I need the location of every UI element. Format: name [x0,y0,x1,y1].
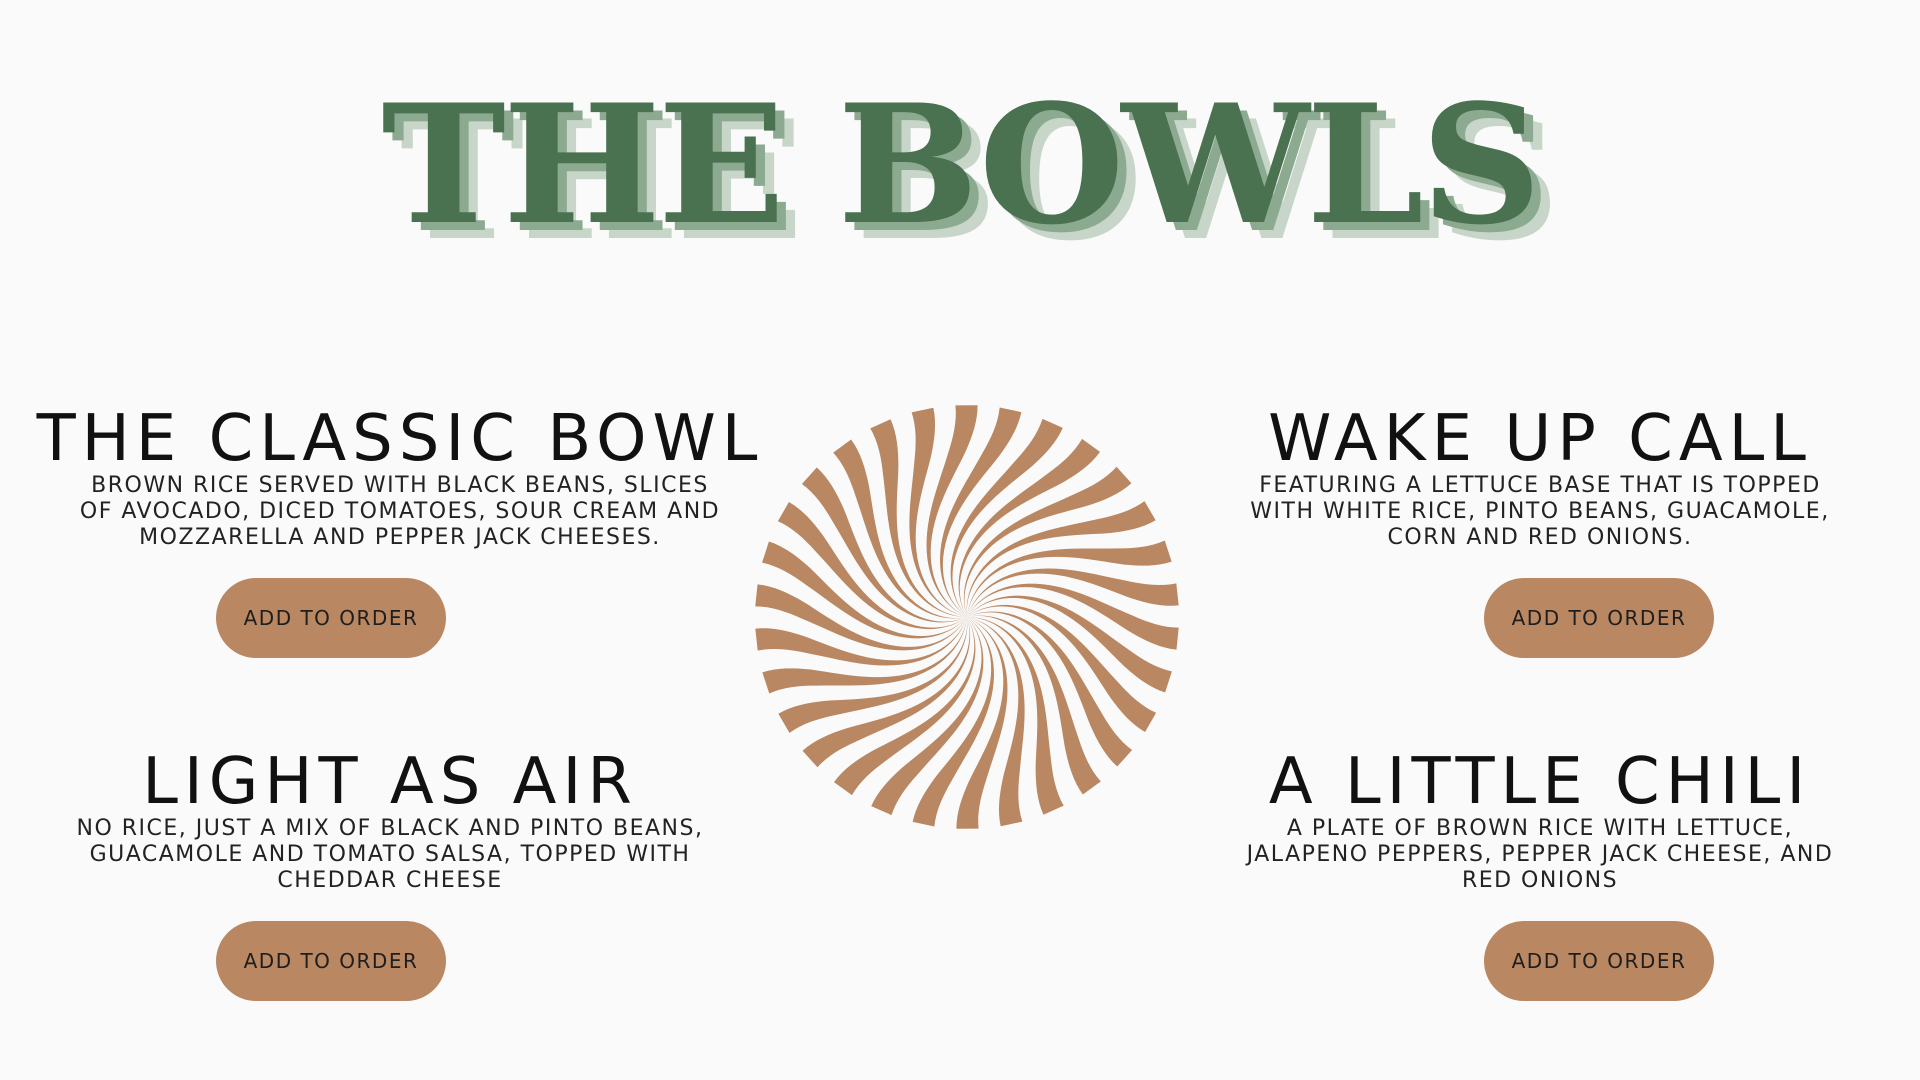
swirl-icon [750,400,1184,834]
swirl-ray [762,541,967,639]
add-to-order-button-light-as-air[interactable]: ADD TO ORDER [216,921,446,1001]
menu-item-light-as-air: LIGHT AS AIR NO RICE, JUST A MIX OF BLAC… [10,748,770,894]
page-header: THE BOWLS [0,70,1920,260]
menu-item-title: A LITTLE CHILI [1268,745,1812,819]
menu-item-a-little-chili: A LITTLE CHILI A PLATE OF BROWN RICE WIT… [1160,748,1920,894]
menu-item-title: WAKE UP CALL [1268,402,1812,476]
swirl-graphic [755,405,1179,829]
menu-item-description: BROWN RICE SERVED WITH BLACK BEANS, SLIC… [79,473,721,550]
page-title: THE BOWLS [381,68,1541,261]
menu-item-classic-bowl: THE CLASSIC BOWL BROWN RICE SERVED WITH … [20,405,780,551]
menu-item-description: NO RICE, JUST A MIX OF BLACK AND PINTO B… [76,816,704,893]
add-to-order-button-classic-bowl[interactable]: ADD TO ORDER [216,578,446,658]
menu-item-wake-up-call: WAKE UP CALL FEATURING A LETTUCE BASE TH… [1160,405,1920,551]
menu-item-description: A PLATE OF BROWN RICE WITH LETTUCE, JALA… [1246,816,1834,893]
add-to-order-button-wake-up-call[interactable]: ADD TO ORDER [1484,578,1714,658]
add-to-order-button-a-little-chili[interactable]: ADD TO ORDER [1484,921,1714,1001]
menu-item-title: LIGHT AS AIR [142,745,638,819]
menu-item-title: THE CLASSIC BOWL [36,402,764,476]
swirl-ray [967,595,1172,693]
menu-item-description: FEATURING A LETTUCE BASE THAT IS TOPPED … [1250,473,1830,550]
